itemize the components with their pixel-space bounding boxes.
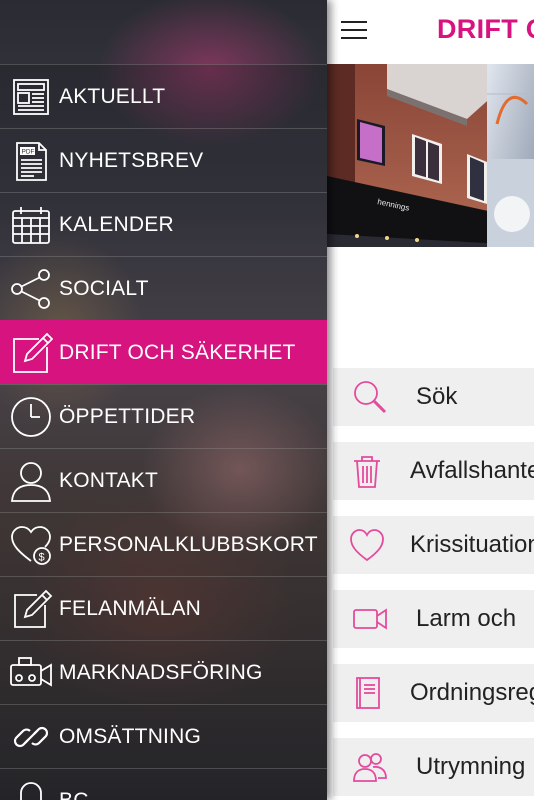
- menu-item-label: ÖPPETTIDER: [59, 404, 196, 428]
- list-item-ordningsregler[interactable]: Ordningsregler: [333, 664, 534, 722]
- menu-item-drift-och-sakerhet[interactable]: DRIFT OCH SÄKERHET: [0, 320, 327, 384]
- menu-item-kalender[interactable]: KALENDER: [0, 192, 327, 256]
- menu-item-socialt[interactable]: SOCIALT: [0, 256, 327, 320]
- menu-item-label: NYHETSBREV: [59, 148, 204, 172]
- calendar-icon: [7, 201, 55, 249]
- list-item-utrymning[interactable]: Utrymning: [333, 738, 534, 796]
- menu-item-felanmalan[interactable]: FELANMÄLAN: [0, 576, 327, 640]
- menu-item-label: AKTUELLT: [59, 84, 166, 108]
- menu-item-kontakt[interactable]: KONTAKT: [0, 448, 327, 512]
- menu-item-label: FELANMÄLAN: [59, 596, 202, 620]
- edit-icon: [7, 585, 55, 633]
- list-item-larm[interactable]: Larm och: [333, 590, 534, 648]
- menu-item-label: PERSONALKLUBBSKORT: [59, 532, 318, 556]
- menu-item-label: KALENDER: [59, 212, 174, 236]
- list-item-label: Larm och: [416, 605, 517, 632]
- menu-item-label: DRIFT OCH SÄKERHET: [59, 340, 296, 364]
- main-content: DRIFT OCH SÄKERHET: [327, 0, 534, 800]
- list-item-avfallshantering[interactable]: Avfallshantering: [333, 442, 534, 500]
- list-item-label: Avfallshantering: [410, 457, 534, 484]
- list-item-label: Utrymning: [416, 753, 526, 780]
- drawer-header-spacer: [0, 0, 327, 64]
- trash-icon: [348, 451, 386, 491]
- menu-item-oppettider[interactable]: ÖPPETTIDER: [0, 384, 327, 448]
- navigation-drawer: AKTUELLT PDF NYHETSBREV KALENDER SOCIALT…: [0, 0, 327, 800]
- menu-item-personalklubbskort[interactable]: $ PERSONALKLUBBSKORT: [0, 512, 327, 576]
- app-bar: DRIFT OCH SÄKERHET: [327, 0, 534, 64]
- header-building-photo: hennings: [327, 64, 534, 247]
- person-icon: [7, 457, 55, 505]
- heart-icon: [348, 525, 386, 565]
- video-camera-icon: [348, 599, 392, 639]
- list-item-krissituationer[interactable]: Krissituationer: [333, 516, 534, 574]
- lock-icon: [7, 777, 55, 800]
- menu-item-bc[interactable]: BC: [0, 768, 327, 800]
- video-camera-icon: [7, 649, 55, 697]
- category-list: Sök Avfallshantering Krissituationer: [333, 368, 534, 800]
- list-item-label: Ordningsregler: [410, 679, 534, 706]
- menu-item-omsattning[interactable]: OMSÄTTNING: [0, 704, 327, 768]
- heart-money-icon: $: [7, 521, 55, 569]
- pdf-document-icon: PDF: [7, 137, 55, 185]
- menu-item-aktuellt[interactable]: AKTUELLT: [0, 64, 327, 128]
- menu-item-label: MARKNADSFÖRING: [59, 660, 263, 684]
- menu-item-label: SOCIALT: [59, 276, 149, 300]
- menu-item-label: BC: [59, 788, 89, 800]
- list-item-label: Krissituationer: [410, 531, 534, 558]
- list-item-label: Sök: [416, 383, 458, 410]
- menu-item-label: KONTAKT: [59, 468, 159, 492]
- search-icon: [348, 377, 392, 417]
- edit-icon: [7, 329, 55, 377]
- clock-icon: [7, 393, 55, 441]
- share-icon: [7, 265, 55, 313]
- list-item-sok[interactable]: Sök: [333, 368, 534, 426]
- svg-text:$: $: [39, 551, 45, 563]
- people-icon: [348, 747, 392, 787]
- pdf-label: PDF: [22, 148, 35, 155]
- page-title: DRIFT OCH SÄKERHET: [437, 14, 534, 44]
- menu-item-label: OMSÄTTNING: [59, 724, 201, 748]
- link-icon: [7, 713, 55, 761]
- newspaper-icon: [7, 73, 55, 121]
- menu-item-nyhetsbrev[interactable]: PDF NYHETSBREV: [0, 128, 327, 192]
- hamburger-menu-icon[interactable]: [341, 21, 367, 41]
- menu-item-marknadsforing[interactable]: MARKNADSFÖRING: [0, 640, 327, 704]
- book-icon: [348, 673, 386, 713]
